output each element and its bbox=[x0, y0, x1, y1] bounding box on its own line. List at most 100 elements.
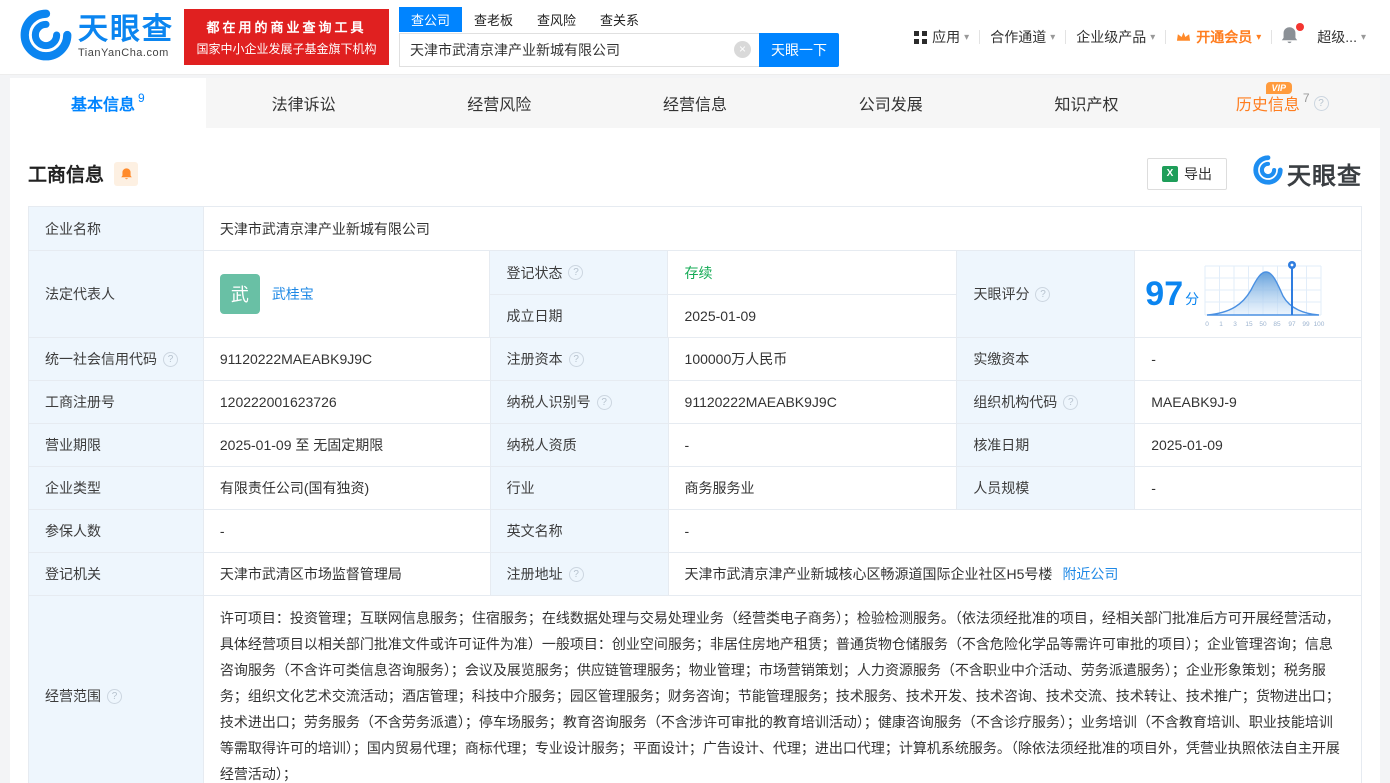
nav-partner-channel[interactable]: 合作通道 ▾ bbox=[980, 27, 1065, 47]
help-icon[interactable]: ? bbox=[163, 351, 178, 367]
help-icon[interactable]: ? bbox=[596, 394, 612, 410]
promo-line1: 都在用的商业查询工具 bbox=[206, 20, 367, 35]
tab-lawsuits[interactable]: 法律诉讼 bbox=[206, 78, 402, 128]
search-tab-risk[interactable]: 查风险 bbox=[525, 7, 588, 32]
nav-apps[interactable]: 应用 ▾ bbox=[904, 27, 979, 47]
taxpayer-id-label: 纳税人识别号 ? bbox=[490, 381, 669, 424]
nav-partner-label: 合作通道 bbox=[990, 29, 1047, 45]
company-detail-card: 基本信息 9 法律诉讼 经营风险 经营信息 公司发展 知识产权 VIP 历史信息… bbox=[10, 78, 1380, 783]
credit-code-label-text: 统一社会信用代码 bbox=[45, 351, 157, 367]
help-icon[interactable]: ? bbox=[568, 351, 584, 367]
nav-enterprise-label: 企业级产品 bbox=[1076, 29, 1147, 45]
help-icon[interactable]: ? bbox=[1313, 95, 1329, 111]
help-icon[interactable]: ? bbox=[1035, 286, 1051, 302]
chevron-down-icon: ▾ bbox=[1360, 31, 1366, 43]
table-row: 统一社会信用代码 ? 91120222MAEABK9J9C 注册资本 ? 100… bbox=[29, 338, 1363, 381]
tab-history-info[interactable]: VIP 历史信息 7 ? bbox=[1184, 78, 1380, 128]
company-type-label: 企业类型 bbox=[29, 467, 204, 510]
search-tab-boss[interactable]: 查老板 bbox=[462, 7, 525, 32]
company-type-value: 有限责任公司(国有独资) bbox=[203, 467, 491, 510]
help-icon[interactable]: ? bbox=[1063, 394, 1079, 410]
excel-icon: X bbox=[1162, 165, 1178, 182]
nav-vip-label: 开通会员 bbox=[1196, 29, 1253, 45]
help-icon[interactable]: ? bbox=[568, 566, 584, 582]
legal-rep-value: 武 武桂宝 bbox=[203, 251, 491, 338]
tab-intellectual-property[interactable]: 知识产权 bbox=[989, 78, 1185, 128]
tab-development-label: 公司发展 bbox=[858, 97, 923, 114]
clear-search-icon[interactable]: × bbox=[734, 40, 751, 58]
reg-address-label-text: 注册地址 bbox=[506, 566, 563, 582]
org-code-label-text: 组织机构代码 bbox=[973, 394, 1058, 410]
reg-number-label: 工商注册号 bbox=[29, 381, 204, 424]
tab-operating-risk[interactable]: 经营风险 bbox=[401, 78, 597, 128]
tab-basic-label: 基本信息 bbox=[71, 97, 136, 114]
promo-banner: 都在用的商业查询工具 国家中小企业发展子基金旗下机构 bbox=[184, 9, 389, 65]
nav-open-vip[interactable]: 开通会员 ▾ bbox=[1166, 27, 1271, 47]
nav-enterprise-products[interactable]: 企业级产品 ▾ bbox=[1066, 27, 1165, 47]
username: 超级... bbox=[1317, 29, 1357, 45]
help-icon[interactable]: ? bbox=[107, 688, 122, 704]
reg-authority-label: 登记机关 bbox=[29, 553, 204, 596]
legal-rep-label: 法定代表人 bbox=[29, 251, 204, 338]
tab-company-development[interactable]: 公司发展 bbox=[793, 78, 989, 128]
reg-status-label-text: 登记状态 bbox=[506, 264, 563, 281]
legal-rep-link[interactable]: 武桂宝 bbox=[272, 284, 314, 304]
svg-text:85: 85 bbox=[1273, 321, 1281, 328]
svg-text:0: 0 bbox=[1205, 321, 1209, 328]
org-code-label: 组织机构代码 ? bbox=[957, 381, 1136, 424]
score-label-text: 天眼评分 bbox=[973, 286, 1030, 302]
tianyancha-logo[interactable]: 天眼查 TianYanCha.com bbox=[20, 9, 174, 66]
tianyancha-swirl-icon bbox=[20, 9, 72, 66]
credit-code-label: 统一社会信用代码 ? bbox=[29, 338, 204, 381]
table-row: 法定代表人 武 武桂宝 登记状态 ? 存续 成立日期 2025-01-09 天眼… bbox=[29, 251, 1362, 338]
monitor-bell-icon[interactable] bbox=[114, 161, 139, 186]
svg-text:97: 97 bbox=[1288, 321, 1296, 328]
search-button[interactable]: 天眼一下 bbox=[759, 32, 839, 67]
avatar[interactable]: 武 bbox=[219, 274, 260, 314]
svg-text:50: 50 bbox=[1259, 321, 1267, 328]
score-value[interactable]: 97 分 0 1 3 15 50 85 97 99 100 bbox=[1135, 251, 1362, 338]
taxpayer-quality-label: 纳税人资质 bbox=[490, 424, 669, 467]
reg-status-label: 登记状态 ? bbox=[490, 251, 669, 295]
establish-date-label: 成立日期 bbox=[490, 295, 669, 338]
score-label: 天眼评分 ? bbox=[957, 251, 1136, 338]
promo-line2: 国家中小企业发展子基金旗下机构 bbox=[196, 42, 377, 56]
business-scope-label: 经营范围 ? bbox=[29, 596, 204, 783]
table-row: 营业期限 2025-01-09 至 无固定期限 纳税人资质 - 核准日期 202… bbox=[29, 424, 1363, 467]
tab-basic-info[interactable]: 基本信息 9 bbox=[10, 78, 206, 128]
svg-text:3: 3 bbox=[1233, 321, 1237, 328]
help-icon[interactable]: ? bbox=[568, 265, 584, 280]
search-input[interactable] bbox=[399, 32, 759, 67]
crown-icon bbox=[1176, 31, 1191, 43]
chevron-down-icon: ▾ bbox=[964, 31, 970, 43]
section-header: 工商信息 X 导出 天眼查 bbox=[10, 128, 1380, 206]
company-name-label: 企业名称 bbox=[29, 207, 204, 251]
tab-basic-count: 9 bbox=[138, 91, 145, 105]
nav-user-menu[interactable]: 超级... ▾ bbox=[1307, 27, 1376, 47]
watermark-text: 天眼查 bbox=[1287, 163, 1362, 190]
taxpayer-quality-value: - bbox=[668, 424, 958, 467]
top-nav: 应用 ▾ 合作通道 ▾ 企业级产品 ▾ 开通会员 ▾ 超级... ▾ bbox=[904, 23, 1376, 48]
apps-grid-icon bbox=[914, 30, 928, 44]
business-scope-label-text: 经营范围 bbox=[45, 688, 101, 704]
export-button[interactable]: X 导出 bbox=[1147, 157, 1227, 190]
notifications-bell-icon[interactable] bbox=[1272, 23, 1307, 48]
table-row: 经营范围 ? 许可项目：投资管理；互联网信息服务；住宿服务；在线数据处理与交易处… bbox=[29, 596, 1362, 783]
taxpayer-id-label-text: 纳税人识别号 bbox=[506, 394, 591, 410]
nearby-companies-link[interactable]: 附近公司 bbox=[1062, 564, 1118, 584]
reg-status-value: 存续 bbox=[668, 251, 958, 295]
tab-operating-info[interactable]: 经营信息 bbox=[597, 78, 793, 128]
reg-capital-value: 100000万人民币 bbox=[668, 338, 958, 381]
watermark-logo: 天眼查 bbox=[1249, 155, 1362, 192]
search-tab-company[interactable]: 查公司 bbox=[399, 7, 463, 32]
tab-operation-label: 经营信息 bbox=[663, 97, 728, 114]
tab-lawsuit-label: 法律诉讼 bbox=[271, 97, 336, 114]
taxpayer-id-value: 91120222MAEABK9J9C bbox=[668, 381, 958, 424]
chevron-down-icon: ▾ bbox=[1150, 31, 1156, 43]
chevron-down-icon: ▾ bbox=[1256, 31, 1262, 43]
paid-capital-value: - bbox=[1135, 338, 1363, 381]
staff-size-label: 人员规模 bbox=[957, 467, 1136, 510]
reg-capital-label: 注册资本 ? bbox=[490, 338, 669, 381]
brand-name: 天眼查 bbox=[78, 13, 174, 46]
search-tab-relation[interactable]: 查关系 bbox=[588, 7, 651, 32]
